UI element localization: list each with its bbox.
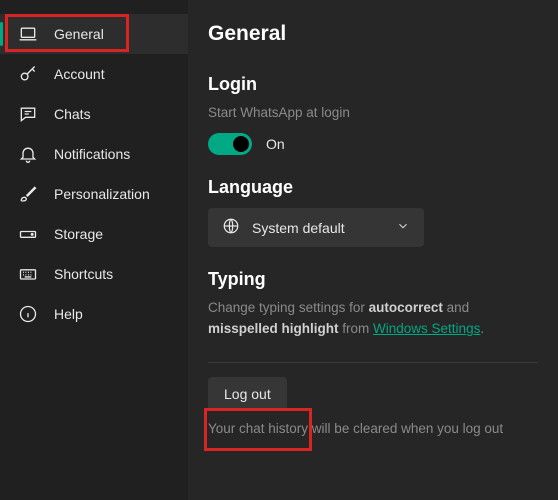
logout-button[interactable]: Log out: [208, 377, 287, 411]
sidebar-item-shortcuts[interactable]: Shortcuts: [0, 254, 188, 294]
language-dropdown[interactable]: System default: [208, 208, 424, 247]
chat-icon: [18, 104, 38, 124]
sidebar-item-label: Chats: [54, 106, 91, 122]
settings-main-panel: General Login Start WhatsApp at login On…: [188, 0, 558, 500]
sidebar-item-storage[interactable]: Storage: [0, 214, 188, 254]
toggle-knob: [233, 136, 249, 152]
key-icon: [18, 64, 38, 84]
sidebar-item-general[interactable]: General: [0, 14, 188, 54]
sidebar-item-label: Notifications: [54, 146, 130, 162]
language-heading: Language: [208, 177, 538, 198]
sidebar-item-chats[interactable]: Chats: [0, 94, 188, 134]
sidebar-item-notifications[interactable]: Notifications: [0, 134, 188, 174]
typing-heading: Typing: [208, 269, 538, 290]
keyboard-icon: [18, 264, 38, 284]
windows-settings-link[interactable]: Windows Settings: [373, 321, 480, 336]
sidebar-item-personalization[interactable]: Personalization: [0, 174, 188, 214]
settings-sidebar: General Account Chats Notifications Pers…: [0, 0, 188, 500]
bell-icon: [18, 144, 38, 164]
login-description: Start WhatsApp at login: [208, 103, 538, 123]
typing-section: Typing Change typing settings for autoco…: [208, 269, 538, 340]
login-toggle-row: On: [208, 133, 538, 155]
sidebar-item-help[interactable]: Help: [0, 294, 188, 334]
login-section: Login Start WhatsApp at login On: [208, 74, 538, 155]
logout-section: Log out Your chat history will be cleare…: [208, 377, 538, 439]
chevron-down-icon: [396, 219, 410, 236]
sidebar-item-label: Help: [54, 306, 83, 322]
sidebar-item-label: General: [54, 26, 104, 42]
login-toggle[interactable]: [208, 133, 252, 155]
sidebar-item-label: Shortcuts: [54, 266, 113, 282]
sidebar-item-account[interactable]: Account: [0, 54, 188, 94]
login-toggle-state: On: [266, 136, 285, 152]
sidebar-item-label: Account: [54, 66, 105, 82]
info-icon: [18, 304, 38, 324]
globe-icon: [222, 217, 240, 238]
typing-description: Change typing settings for autocorrect a…: [208, 298, 538, 340]
language-selected: System default: [252, 220, 384, 236]
login-heading: Login: [208, 74, 538, 95]
divider: [208, 362, 538, 363]
language-section: Language System default: [208, 177, 538, 247]
brush-icon: [18, 184, 38, 204]
laptop-icon: [18, 24, 38, 44]
storage-icon: [18, 224, 38, 244]
page-title: General: [208, 22, 538, 46]
logout-warning: Your chat history will be cleared when y…: [208, 419, 538, 439]
sidebar-item-label: Storage: [54, 226, 103, 242]
sidebar-item-label: Personalization: [54, 186, 150, 202]
